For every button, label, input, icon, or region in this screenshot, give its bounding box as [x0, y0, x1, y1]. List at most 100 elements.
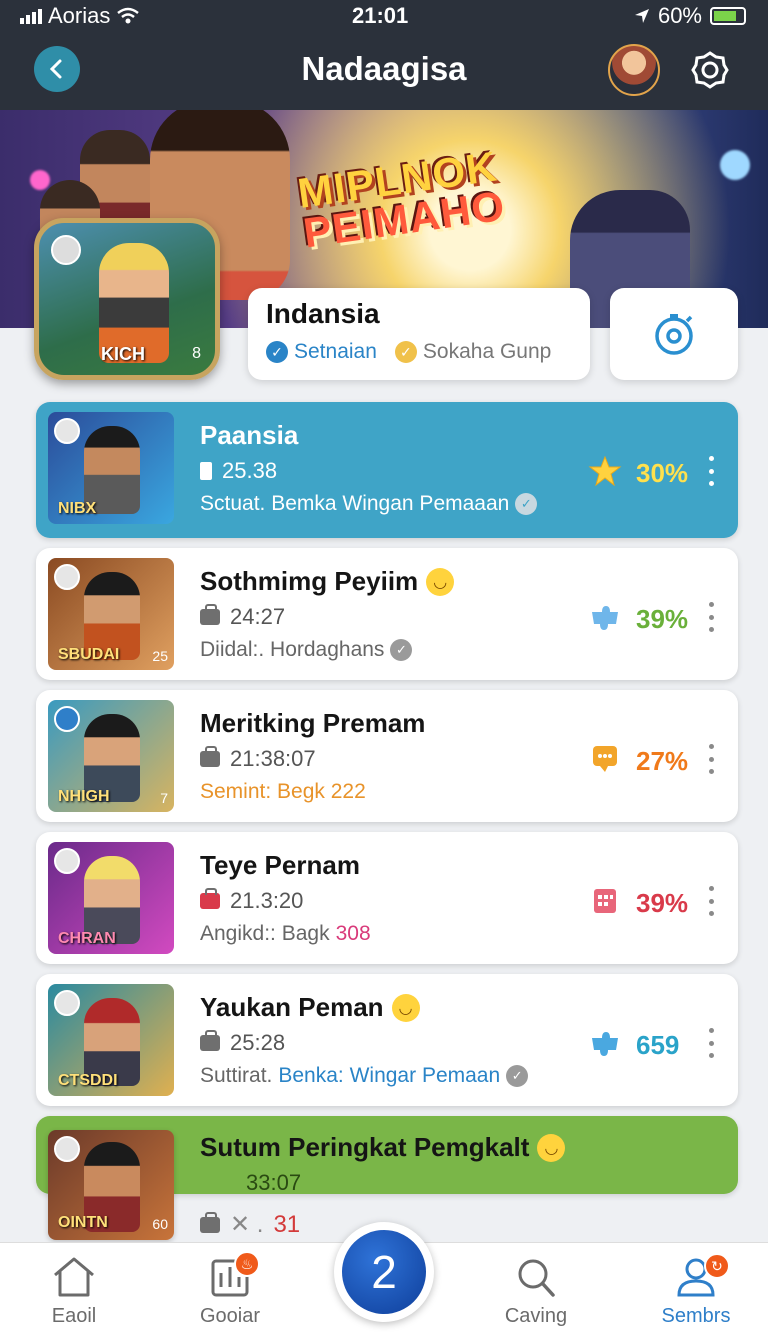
nav-item-home[interactable]: Eaoil — [14, 1255, 134, 1328]
item-time: 25:28 — [200, 1030, 285, 1056]
item-subtitle: ✕ . 31 — [200, 1210, 300, 1239]
profile-meta-primary: ✓ Setnaian — [266, 340, 377, 364]
stage-light — [720, 150, 750, 180]
nav-item-search[interactable]: Caving — [476, 1255, 596, 1328]
item-time-value: 25:28 — [230, 1030, 286, 1055]
status-bar: Aorias 21:01 60% — [0, 0, 768, 32]
check-circle-icon: ✓ — [266, 341, 288, 363]
battery-icon — [710, 7, 746, 25]
profile-info-card[interactable]: Indansia ✓ Setnaian ✓ Sokaha Gunp — [248, 288, 590, 380]
profile-badge[interactable]: KICH 8 — [34, 218, 220, 380]
item-percent: 659 — [636, 1030, 680, 1060]
item-percent: 30% — [636, 458, 689, 488]
carrier-group: Aorias — [20, 3, 140, 29]
list-item[interactable]: CHRAN Teye Pernam 21.3:20 Angikd:: Bagk … — [36, 832, 738, 964]
thumb-number: 60 — [152, 1216, 168, 1232]
chat-icon — [593, 746, 617, 772]
battery-percent: 60% — [657, 3, 702, 28]
center-action-button[interactable]: 2 — [334, 1222, 434, 1322]
item-title-text: Yaukan Peman — [200, 992, 384, 1022]
item-thumbnail: CHRAN — [48, 842, 174, 954]
item-time: 21:38:07 — [200, 746, 316, 772]
puzzle-icon — [592, 1032, 618, 1056]
more-options-icon[interactable] — [706, 602, 716, 632]
status-right: 60% — [634, 3, 746, 29]
profile-meta: ✓ Setnaian ✓ Sokaha Gunp — [266, 340, 572, 364]
home-icon — [54, 1257, 94, 1297]
thumb-caption: CTSDDI — [58, 1072, 118, 1089]
list-item[interactable]: NHIGH 7 Meritking Premam 21:38:07 Semint… — [36, 690, 738, 822]
mini-avatar — [54, 564, 80, 590]
profile-badge-number: 8 — [192, 345, 201, 362]
nav-item-stats[interactable]: Gooiar ♨ — [170, 1251, 290, 1328]
timer-button[interactable] — [610, 288, 738, 380]
close-icon: ✕ . — [230, 1211, 264, 1238]
item-subtitle-value: 308 — [335, 922, 371, 945]
item-thumbnail: OINTN 60 — [48, 1130, 174, 1240]
ranking-list: NIBX Paansia 25.38 Sctuat. Bemka Wingan … — [36, 402, 738, 1204]
item-subtitle-text: Angikd:: Bagk — [200, 922, 330, 945]
calendar-icon — [594, 889, 616, 913]
banner-title: MIPLNOK PEIMAHO — [295, 142, 508, 256]
mini-avatar — [51, 235, 81, 265]
more-options-icon[interactable] — [706, 1028, 716, 1058]
nav-item-profile[interactable]: Sembrs ↻ — [636, 1253, 756, 1328]
item-thumbnail: CTSDDI — [48, 984, 174, 1096]
item-title: Sutum Peringkat Pemgkalt ◡ — [200, 1132, 566, 1163]
stage-light — [30, 170, 50, 190]
list-item[interactable]: SBUDAI 25 Sothmimg Peyiim ◡ 24:27 Diidal… — [36, 548, 738, 680]
list-item[interactable]: NIBX Paansia 25.38 Sctuat. Bemka Wingan … — [36, 402, 738, 538]
bag-icon — [200, 604, 220, 625]
nav-label: Sembrs — [661, 1305, 731, 1327]
item-time: 24:27 — [200, 604, 285, 630]
smiley-icon: ◡ — [426, 567, 455, 596]
stopwatch-icon — [655, 314, 693, 355]
wifi-icon — [117, 7, 140, 24]
bag-icon — [200, 1030, 220, 1051]
user-avatar[interactable] — [608, 44, 660, 96]
more-options-icon[interactable] — [706, 456, 716, 486]
gear-icon — [691, 51, 729, 89]
item-time-value: 25.38 — [222, 458, 278, 483]
thumb-number: 7 — [160, 790, 168, 806]
more-options-icon[interactable] — [706, 744, 716, 774]
thumb-caption: OINTN — [58, 1214, 108, 1231]
thumb-caption: SBUDAI — [58, 646, 120, 663]
location-icon — [634, 9, 649, 23]
item-time: 21.3:20 — [200, 888, 303, 914]
thumb-caption: NHIGH — [58, 788, 110, 805]
item-subtitle-text: 31 — [273, 1210, 301, 1238]
item-subtitle: Semint: Begk 222 — [200, 780, 366, 804]
item-subtitle-text: Sctuat. Bemka Wingan Pemaaan — [200, 492, 510, 515]
signal-icon — [20, 8, 42, 24]
app-header: Aorias 21:01 60% Nadaagisa — [0, 0, 768, 110]
item-title-text: Sothmimg Peyiim — [200, 566, 419, 596]
item-percent: 39% — [636, 888, 689, 918]
carrier-name: Aorias — [48, 3, 111, 28]
item-time-value: 33:07 — [246, 1170, 302, 1195]
item-subtitle-value: Benka: Wingar Pemaan — [278, 1064, 501, 1087]
settings-button[interactable] — [690, 50, 730, 90]
item-thumbnail: NIBX — [48, 412, 174, 524]
mini-avatar — [54, 706, 80, 732]
more-options-icon[interactable] — [706, 886, 716, 916]
search-icon — [518, 1259, 555, 1297]
verified-icon: ✓ — [515, 493, 538, 515]
fab-inner: 2 — [342, 1230, 426, 1314]
list-item[interactable]: CTSDDI Yaukan Peman ◡ 25:28 Suttirat. Be… — [36, 974, 738, 1106]
item-subtitle: Angikd:: Bagk 308 — [200, 922, 371, 946]
item-subtitle-text: Diidal:. Hordaghans — [200, 638, 385, 661]
mini-avatar — [54, 990, 80, 1016]
mini-avatar — [54, 848, 80, 874]
bag-icon — [200, 746, 220, 767]
notification-badge: ↻ — [704, 1253, 730, 1279]
item-time-value: 21:38:07 — [230, 746, 316, 771]
thumb-number: 25 — [152, 648, 168, 664]
card-icon — [200, 462, 212, 480]
item-title: Paansia — [200, 420, 299, 450]
item-time-value: 21.3:20 — [230, 888, 304, 913]
item-subtitle-text: Semint: Begk 222 — [200, 780, 366, 803]
item-time: 25.38 — [200, 458, 277, 484]
nav-label: Caving — [504, 1305, 568, 1327]
mini-avatar — [54, 1136, 80, 1162]
